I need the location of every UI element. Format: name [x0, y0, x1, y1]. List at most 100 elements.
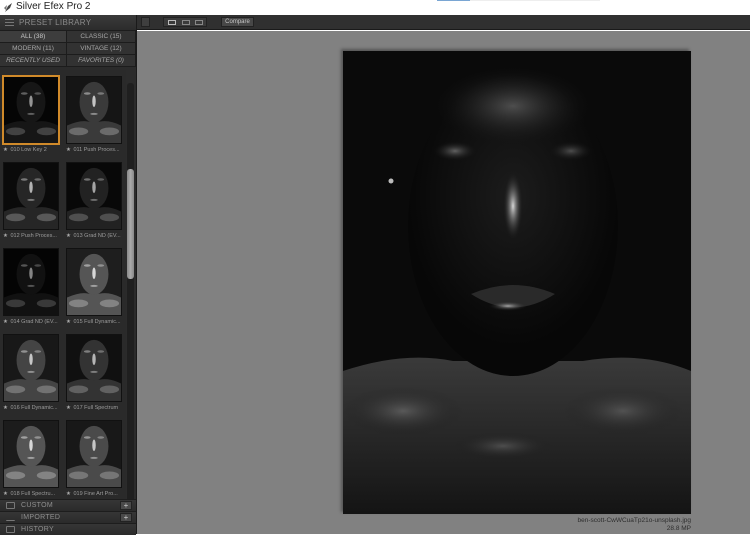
favorite-star-icon[interactable]: ★	[66, 233, 71, 239]
preset-portrait	[4, 163, 58, 229]
progress-fill	[437, 0, 470, 1]
history-icon	[6, 526, 15, 533]
preset-thumbnail[interactable]: ★ 013 Grad ND (EV...	[63, 159, 122, 243]
image-filename: ben-scott-CwWCuaTp21o-unsplash.jpg	[577, 517, 691, 524]
preset-preview-image	[3, 334, 59, 402]
preset-thumbnail[interactable]: ★ 014 Grad ND (EV...	[0, 245, 59, 329]
preset-label: ★ 010 Low Key 2	[3, 147, 65, 153]
preset-preview-image	[66, 334, 122, 402]
preset-thumbnail[interactable]: ★ 011 Push Proces...	[63, 73, 122, 157]
tab-modern[interactable]: MODERN (11)	[0, 43, 67, 55]
preset-label: ★ 011 Push Proces...	[66, 147, 126, 153]
preset-portrait	[67, 249, 121, 315]
portrait-render	[343, 51, 691, 514]
toggle-panel-button[interactable]	[141, 17, 150, 27]
preview-canvas: ben-scott-CwWCuaTp21o-unsplash.jpg 28.8 …	[137, 31, 750, 534]
tab-recently-used[interactable]: RECENTLY USED	[0, 55, 67, 67]
progress-bar	[437, 0, 600, 1]
preset-name: 011 Push Proces...	[73, 147, 120, 153]
preset-preview-image	[66, 248, 122, 316]
preset-portrait	[4, 77, 58, 143]
custom-label: CUSTOM	[21, 502, 54, 509]
single-view-icon[interactable]	[168, 20, 176, 25]
preset-thumbnail[interactable]: ★ 016 Full Dynamic...	[0, 331, 59, 415]
add-custom-button[interactable]: +	[120, 501, 132, 510]
preset-label: ★ 018 Full Spectru...	[3, 491, 65, 497]
preset-thumbnail-grid: ★ 010 Low Key 2 ★ 011 Push Proces... ★ 012…	[0, 70, 126, 512]
history-label: HISTORY	[21, 526, 54, 533]
preset-thumbnail[interactable]: ★ 019 Fine Art Pro...	[63, 417, 122, 501]
preset-label: ★ 014 Grad ND (EV...	[3, 319, 65, 325]
section-custom[interactable]: CUSTOM +	[0, 499, 136, 511]
split-view-icon[interactable]	[182, 20, 190, 25]
window-title: Silver Efex Pro 2	[16, 1, 91, 12]
add-imported-button[interactable]: +	[120, 513, 132, 522]
preset-preview-image	[66, 162, 122, 230]
side-by-side-view-icon[interactable]	[195, 20, 203, 25]
preset-thumbnail[interactable]: ★ 015 Full Dynamic...	[63, 245, 122, 329]
preset-name: 015 Full Dynamic...	[73, 319, 121, 325]
preset-name: 010 Low Key 2	[10, 147, 47, 153]
preset-preview-image	[66, 76, 122, 144]
preset-label: ★ 019 Fine Art Pro...	[66, 491, 126, 497]
favorite-star-icon[interactable]: ★	[3, 319, 8, 325]
favorite-star-icon[interactable]: ★	[66, 319, 71, 325]
preset-name: 014 Grad ND (EV...	[10, 319, 58, 325]
compare-button[interactable]: Compare	[221, 17, 254, 27]
favorite-star-icon[interactable]: ★	[3, 491, 8, 497]
preset-library-header[interactable]: PRESET LIBRARY	[0, 15, 136, 31]
preset-label: ★ 017 Full Spectrum	[66, 405, 126, 411]
preset-thumbnail[interactable]: ★ 010 Low Key 2	[0, 73, 60, 157]
preset-label: ★ 012 Push Proces...	[3, 233, 65, 239]
preset-library-title: PRESET LIBRARY	[19, 18, 92, 27]
imported-label: IMPORTED	[21, 514, 61, 521]
preset-portrait	[4, 335, 58, 401]
preset-name: 013 Grad ND (EV...	[73, 233, 121, 239]
favorite-star-icon[interactable]: ★	[3, 147, 8, 153]
top-toolbar: Compare	[137, 15, 750, 30]
preset-portrait	[67, 163, 121, 229]
app-icon	[4, 3, 12, 12]
tab-vintage[interactable]: VINTAGE (12)	[67, 43, 136, 55]
left-panel: PRESET LIBRARY ALL (38) CLASSIC (15) MOD…	[0, 15, 137, 535]
favorite-star-icon[interactable]: ★	[3, 405, 8, 411]
favorite-star-icon[interactable]: ★	[66, 147, 71, 153]
preset-portrait	[67, 421, 121, 487]
preset-portrait	[67, 335, 121, 401]
preset-thumbnail[interactable]: ★ 012 Push Proces...	[0, 159, 59, 243]
tab-classic[interactable]: CLASSIC (15)	[67, 31, 136, 43]
favorite-star-icon[interactable]: ★	[66, 491, 71, 497]
preset-preview-image	[3, 248, 59, 316]
preset-preview-image	[3, 420, 59, 488]
preset-label: ★ 015 Full Dynamic...	[66, 319, 126, 325]
preset-name: 019 Fine Art Pro...	[73, 491, 118, 497]
library-icon	[5, 19, 14, 26]
preset-scrollbar[interactable]	[127, 83, 134, 512]
category-tabs: ALL (38) CLASSIC (15) MODERN (11) VINTAG…	[0, 31, 136, 67]
tab-favorites[interactable]: FAVORITES (0)	[67, 55, 136, 67]
preset-preview-image	[2, 75, 60, 145]
preset-thumbnail[interactable]: ★ 017 Full Spectrum	[63, 331, 122, 415]
preset-label: ★ 013 Grad ND (EV...	[66, 233, 126, 239]
favorite-star-icon[interactable]: ★	[66, 405, 71, 411]
preset-preview-image	[66, 420, 122, 488]
import-icon	[6, 514, 15, 521]
preset-portrait	[4, 249, 58, 315]
preset-name: 017 Full Spectrum	[73, 405, 119, 411]
section-history[interactable]: HISTORY	[0, 523, 136, 535]
tab-all[interactable]: ALL (38)	[0, 31, 67, 43]
preset-portrait	[67, 77, 121, 143]
preset-thumbnail[interactable]: ★ 018 Full Spectru...	[0, 417, 59, 501]
favorite-star-icon[interactable]: ★	[3, 233, 8, 239]
scrollbar-thumb[interactable]	[127, 169, 134, 280]
preset-portrait	[4, 421, 58, 487]
custom-folder-icon	[6, 502, 15, 509]
view-mode-group	[163, 17, 207, 27]
preset-name: 016 Full Dynamic...	[10, 405, 58, 411]
preset-name: 018 Full Spectru...	[10, 491, 56, 497]
preset-preview-image	[3, 162, 59, 230]
preset-label: ★ 016 Full Dynamic...	[3, 405, 65, 411]
title-bar: Silver Efex Pro 2	[0, 0, 750, 15]
preview-image[interactable]	[343, 51, 691, 514]
section-imported[interactable]: IMPORTED +	[0, 511, 136, 523]
